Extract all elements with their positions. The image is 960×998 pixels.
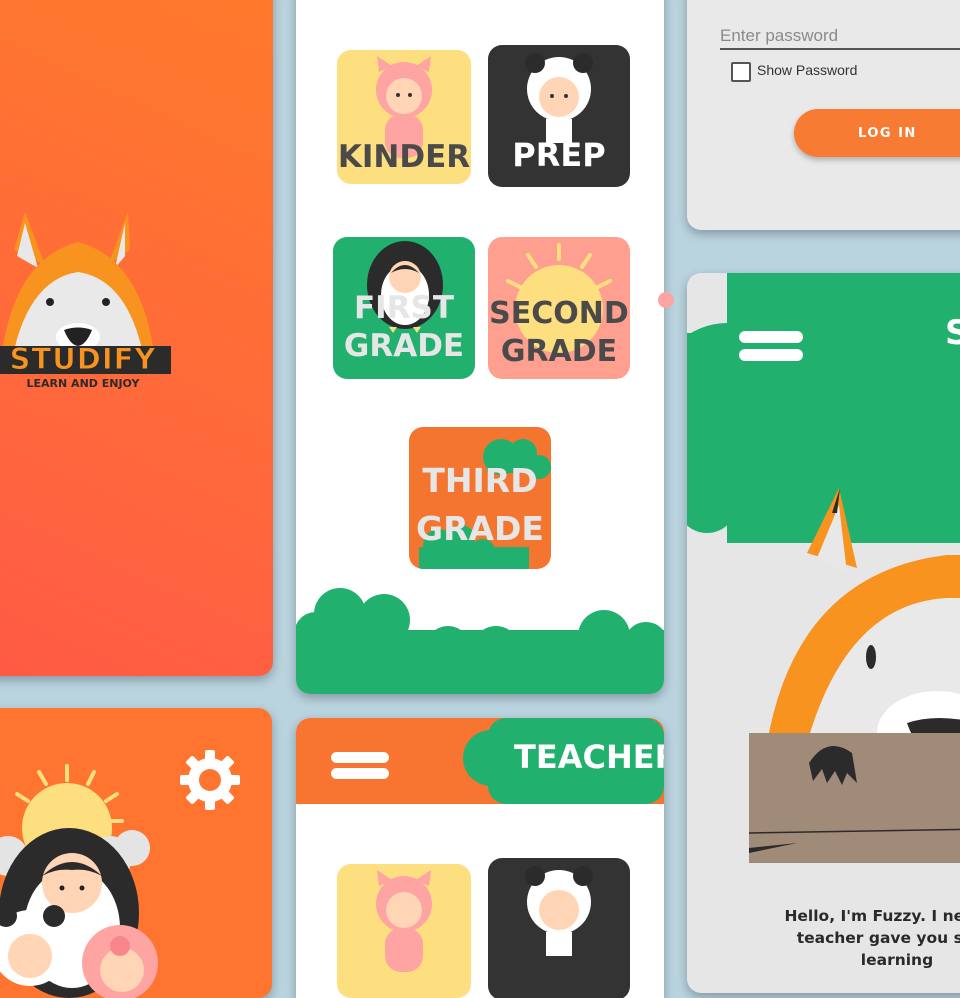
intro-message-line: learning xyxy=(860,951,934,969)
grade-label-first-grade: FIRST GRADE xyxy=(333,289,475,365)
header-title-partial: S xyxy=(945,313,960,353)
bushes-decoration xyxy=(296,588,664,694)
grade-label-line: PREP xyxy=(512,136,606,174)
login-button[interactable]: LOG IN xyxy=(794,109,960,157)
grade-tile-kinder[interactable] xyxy=(337,864,471,998)
pager-dot xyxy=(658,292,674,308)
pig-icon xyxy=(376,870,432,972)
intro-screen: S Hello, I'm Fuzzy. I need th teacher ga… xyxy=(687,273,960,993)
grade-label-third-grade: THIRD GRADE xyxy=(409,457,551,553)
panda-icon xyxy=(525,866,593,956)
app-logo-text: STUDIFY xyxy=(9,342,157,377)
grade-label-line: THIRD xyxy=(422,461,538,500)
grade-label-kinder: KINDER xyxy=(337,142,471,173)
settings-button[interactable] xyxy=(178,748,242,812)
grade-label-prep: PREP xyxy=(488,139,630,171)
grade-label-line: GRADE xyxy=(416,509,544,548)
gear-icon xyxy=(180,750,240,810)
fox-logo-icon xyxy=(0,212,171,374)
hamburger-menu-icon xyxy=(739,331,803,361)
grade-tile-kinder[interactable]: KINDER xyxy=(337,50,471,184)
grade-label-line: FIRST xyxy=(353,290,455,326)
show-password-checkbox[interactable] xyxy=(731,62,751,82)
grade-label-line: KINDER xyxy=(337,139,471,175)
grade-label-line: GRADE xyxy=(500,334,618,369)
grade-label-second-grade: SECOND GRADE xyxy=(488,295,630,371)
splash-screen: STUDIFY LEARN AND ENJOY xyxy=(0,0,273,676)
intro-message: Hello, I'm Fuzzy. I need th teacher gave… xyxy=(737,905,960,971)
password-input[interactable] xyxy=(720,24,960,50)
intro-message-line: Hello, I'm Fuzzy. I need th xyxy=(784,907,960,925)
teacher-screen: TEACHER xyxy=(296,718,664,998)
hamburger-menu-icon xyxy=(331,752,389,779)
grade-selection-screen: KINDER PREP FIRST GRADE SECOND GRADE THI… xyxy=(296,0,664,694)
teacher-header: TEACHER xyxy=(296,718,664,804)
menu-button[interactable] xyxy=(739,331,805,363)
grade-label-line: SECOND xyxy=(489,296,629,331)
menu-button[interactable] xyxy=(331,750,391,780)
grade-tile-second-grade[interactable]: SECOND GRADE xyxy=(488,237,630,379)
grade-tile-prep[interactable]: PREP xyxy=(488,45,630,187)
teacher-title: TEACHER xyxy=(514,738,664,776)
grade-label-line: GRADE xyxy=(343,328,465,364)
characters-screen xyxy=(0,708,272,998)
intro-message-line: teacher gave you so th xyxy=(796,929,960,947)
fuzzy-illustration xyxy=(687,273,960,863)
app-tagline: LEARN AND ENJOY xyxy=(26,377,140,390)
show-password-label: Show Password xyxy=(757,62,858,78)
grade-tile-prep[interactable] xyxy=(488,858,630,998)
login-screen: Show Password LOG IN xyxy=(687,0,960,230)
grade-tile-first-grade[interactable]: FIRST GRADE xyxy=(333,237,475,379)
grade-tile-third-grade[interactable]: THIRD GRADE xyxy=(409,427,551,569)
